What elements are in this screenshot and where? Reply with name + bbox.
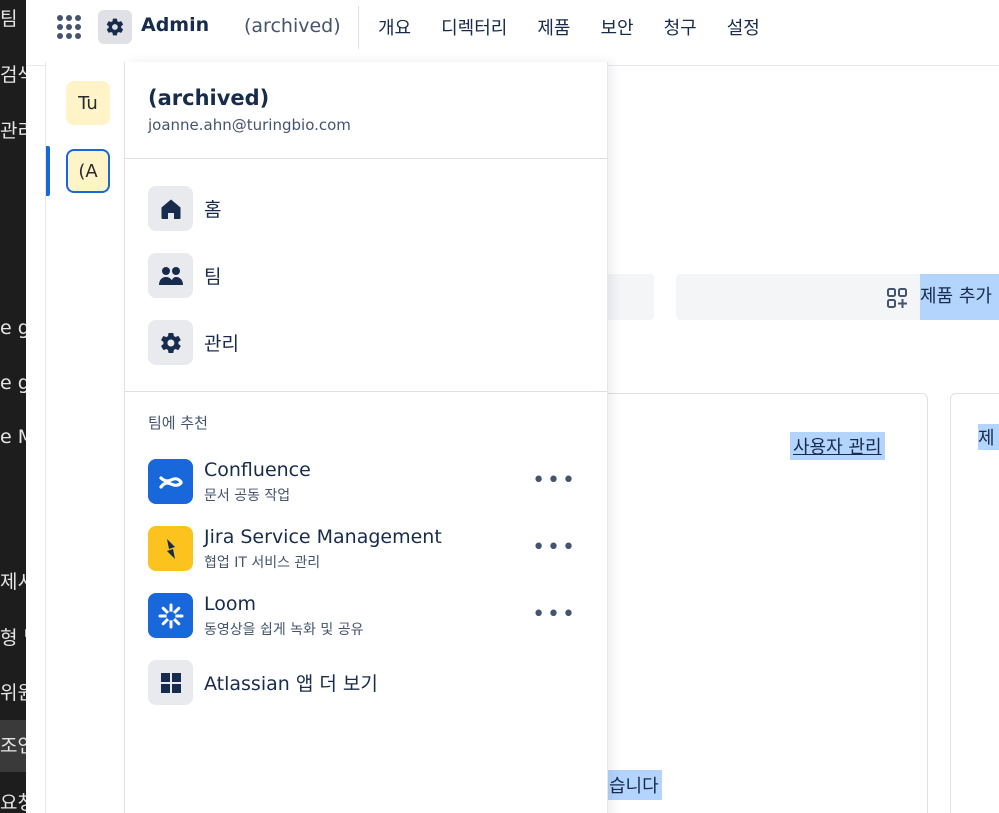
card-fragment: 제 [978, 424, 999, 450]
recommended-heading: 팀에 추천 [148, 414, 208, 432]
org-switcher-rail: Tu (A [45, 62, 125, 813]
menu-item-teams[interactable]: 팀 [125, 242, 607, 309]
more-options-button[interactable]: ••• [532, 468, 577, 493]
menu-label: 관리 [204, 333, 239, 355]
app-text: Atlassian 앱 더 보기 [204, 669, 378, 696]
user-management-link[interactable]: 사용자 관리 [790, 432, 885, 460]
menu-label: 팀 [204, 266, 222, 288]
more-options-button[interactable]: ••• [532, 602, 577, 627]
add-product-label: 제품 추가 [920, 274, 999, 320]
home-icon [148, 186, 193, 231]
app-name: Loom [204, 592, 257, 615]
loom-icon [148, 593, 193, 638]
gear-icon [148, 320, 193, 365]
org-menu-panel: (archived) joanne.ahn@turingbio.com 홈 팀 … [125, 62, 608, 813]
panel-header: (archived) joanne.ahn@turingbio.com [125, 62, 607, 159]
nav-overview[interactable]: 개요 [378, 14, 411, 40]
menu-item-admin[interactable]: 관리 [125, 309, 607, 376]
nav-billing[interactable]: 청구 [664, 14, 697, 40]
strip-fragment: e g [0, 372, 26, 394]
background-app-strip: 팀 검색 관리 e g e g e M 제시 형 남 위원 조언 요청 [0, 0, 26, 813]
background-search-field[interactable] [600, 274, 654, 320]
app-name: Jira Service Management [204, 525, 442, 548]
org-avatar-selected[interactable]: (A [66, 149, 110, 193]
strip-fragment: 팀 [0, 8, 18, 30]
strip-fragment: 제시 [0, 571, 26, 593]
add-product-button[interactable]: 제품 추가 [676, 274, 999, 320]
strip-fragment: e g [0, 317, 26, 339]
people-icon [148, 253, 193, 298]
more-apps-link[interactable]: Atlassian 앱 더 보기 [125, 649, 607, 716]
app-text: Jira Service Management 협업 IT 서비스 관리 [204, 526, 442, 572]
app-description: 문서 공동 작업 [204, 487, 291, 504]
selected-indicator [46, 146, 50, 196]
panel-title: (archived) [148, 86, 270, 110]
confluence-icon [148, 459, 193, 504]
app-description: 협업 IT 서비스 관리 [204, 554, 321, 571]
nav-products[interactable]: 제품 [537, 14, 570, 40]
nav-security[interactable]: 보안 [601, 14, 634, 40]
app-item-jira-service-management[interactable]: Jira Service Management 협업 IT 서비스 관리 ••• [125, 515, 607, 582]
org-avatar[interactable]: Tu [66, 81, 110, 125]
grid-icon [148, 660, 193, 705]
panel-menu: 홈 팀 관리 [125, 159, 607, 392]
app-text: Loom 동영상을 쉽게 녹화 및 공유 [204, 593, 363, 639]
strip-fragment: 요청 [0, 792, 26, 813]
admin-gear-icon[interactable] [98, 10, 132, 44]
org-selector[interactable]: (archived) [244, 15, 341, 37]
jira-service-management-icon [148, 526, 193, 571]
app-item-loom[interactable]: Loom 동영상을 쉽게 녹화 및 공유 ••• [125, 582, 607, 649]
more-apps-label: Atlassian 앱 더 보기 [204, 673, 378, 695]
app-item-confluence[interactable]: Confluence 문서 공동 작업 ••• [125, 448, 607, 515]
nav-directory[interactable]: 디렉터리 [441, 14, 507, 40]
content-fragment: 습니다 [606, 770, 662, 800]
more-options-button[interactable]: ••• [532, 535, 577, 560]
account-email: joanne.ahn@turingbio.com [148, 116, 351, 134]
app-text: Confluence 문서 공동 작업 [204, 459, 311, 505]
top-bar: Admin (archived) 개요 디렉터리 제품 보안 청구 설정 [26, 0, 999, 66]
strip-fragment: 관리 [0, 120, 26, 142]
admin-title[interactable]: Admin [141, 14, 209, 36]
strip-fragment: 검색 [0, 64, 26, 86]
background-card [950, 393, 999, 813]
strip-fragment: e M [0, 426, 26, 448]
strip-fragment: 조언 [0, 720, 26, 772]
menu-label: 홈 [204, 199, 222, 221]
strip-fragment: 위원 [0, 682, 26, 704]
app-switcher-icon[interactable] [56, 14, 82, 40]
app-description: 동영상을 쉽게 녹화 및 공유 [204, 621, 364, 638]
top-nav: 개요 디렉터리 제품 보안 청구 설정 [378, 14, 790, 40]
topbar-divider [358, 6, 359, 49]
add-grid-icon [887, 288, 907, 308]
app-name: Confluence [204, 458, 311, 481]
strip-fragment: 형 남 [0, 627, 26, 649]
menu-item-home[interactable]: 홈 [125, 175, 607, 242]
nav-settings[interactable]: 설정 [727, 14, 760, 40]
